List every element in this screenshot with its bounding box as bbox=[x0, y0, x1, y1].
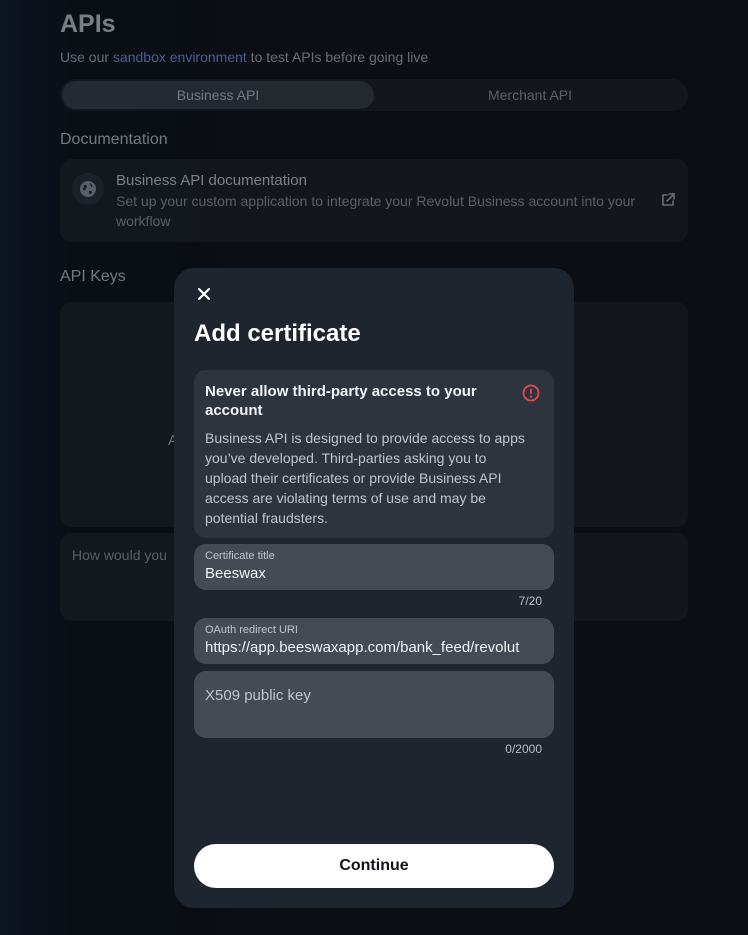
sandbox-link[interactable]: sandbox environment bbox=[113, 49, 247, 65]
x509-public-key-field[interactable]: X509 public key bbox=[194, 671, 554, 738]
certificate-title-field[interactable]: Certificate title Beeswax bbox=[194, 544, 554, 590]
x509-public-key-placeholder: X509 public key bbox=[205, 687, 311, 704]
certificate-title-input[interactable]: Beeswax bbox=[205, 565, 543, 582]
subtitle-suffix: to test APIs before going live bbox=[246, 49, 429, 65]
x509-counter: 0/2000 bbox=[505, 742, 542, 756]
globe-icon bbox=[72, 173, 104, 205]
oauth-redirect-label: OAuth redirect URI bbox=[205, 624, 298, 636]
documentation-title: Business API documentation bbox=[116, 172, 307, 189]
external-link-icon[interactable] bbox=[660, 192, 676, 213]
alert-circle-icon bbox=[522, 384, 540, 407]
continue-button[interactable]: Continue bbox=[194, 844, 554, 888]
documentation-heading: Documentation bbox=[60, 131, 168, 148]
warning-card: Never allow third-party access to your a… bbox=[194, 370, 554, 538]
documentation-card[interactable]: Business API documentation Set up your c… bbox=[60, 159, 688, 242]
modal-title: Add certificate bbox=[194, 320, 361, 347]
page-subtitle: Use our sandbox environment to test APIs… bbox=[60, 49, 428, 65]
add-certificate-modal: Add certificate Never allow third-party … bbox=[174, 268, 574, 908]
subtitle-prefix: Use our bbox=[60, 49, 113, 65]
api-keys-heading: API Keys bbox=[60, 268, 126, 285]
oauth-redirect-input[interactable]: https://app.beeswaxapp.com/bank_feed/rev… bbox=[205, 639, 543, 656]
certificate-title-counter: 7/20 bbox=[518, 594, 542, 608]
oauth-redirect-field[interactable]: OAuth redirect URI https://app.beeswaxap… bbox=[194, 618, 554, 664]
certificate-title-label: Certificate title bbox=[205, 550, 275, 562]
close-icon[interactable] bbox=[194, 284, 214, 304]
warning-body: Business API is designed to provide acce… bbox=[205, 430, 525, 526]
warning-title: Never allow third-party access to your a… bbox=[205, 383, 477, 419]
documentation-description: Set up your custom application to integr… bbox=[116, 193, 636, 229]
page-title: APIs bbox=[60, 10, 116, 38]
tab-merchant-api[interactable]: Merchant API bbox=[374, 81, 686, 109]
feedback-text: How would you bbox=[72, 547, 167, 563]
api-tabs: Business API Merchant API bbox=[60, 79, 688, 111]
tab-business-api[interactable]: Business API bbox=[62, 81, 374, 109]
